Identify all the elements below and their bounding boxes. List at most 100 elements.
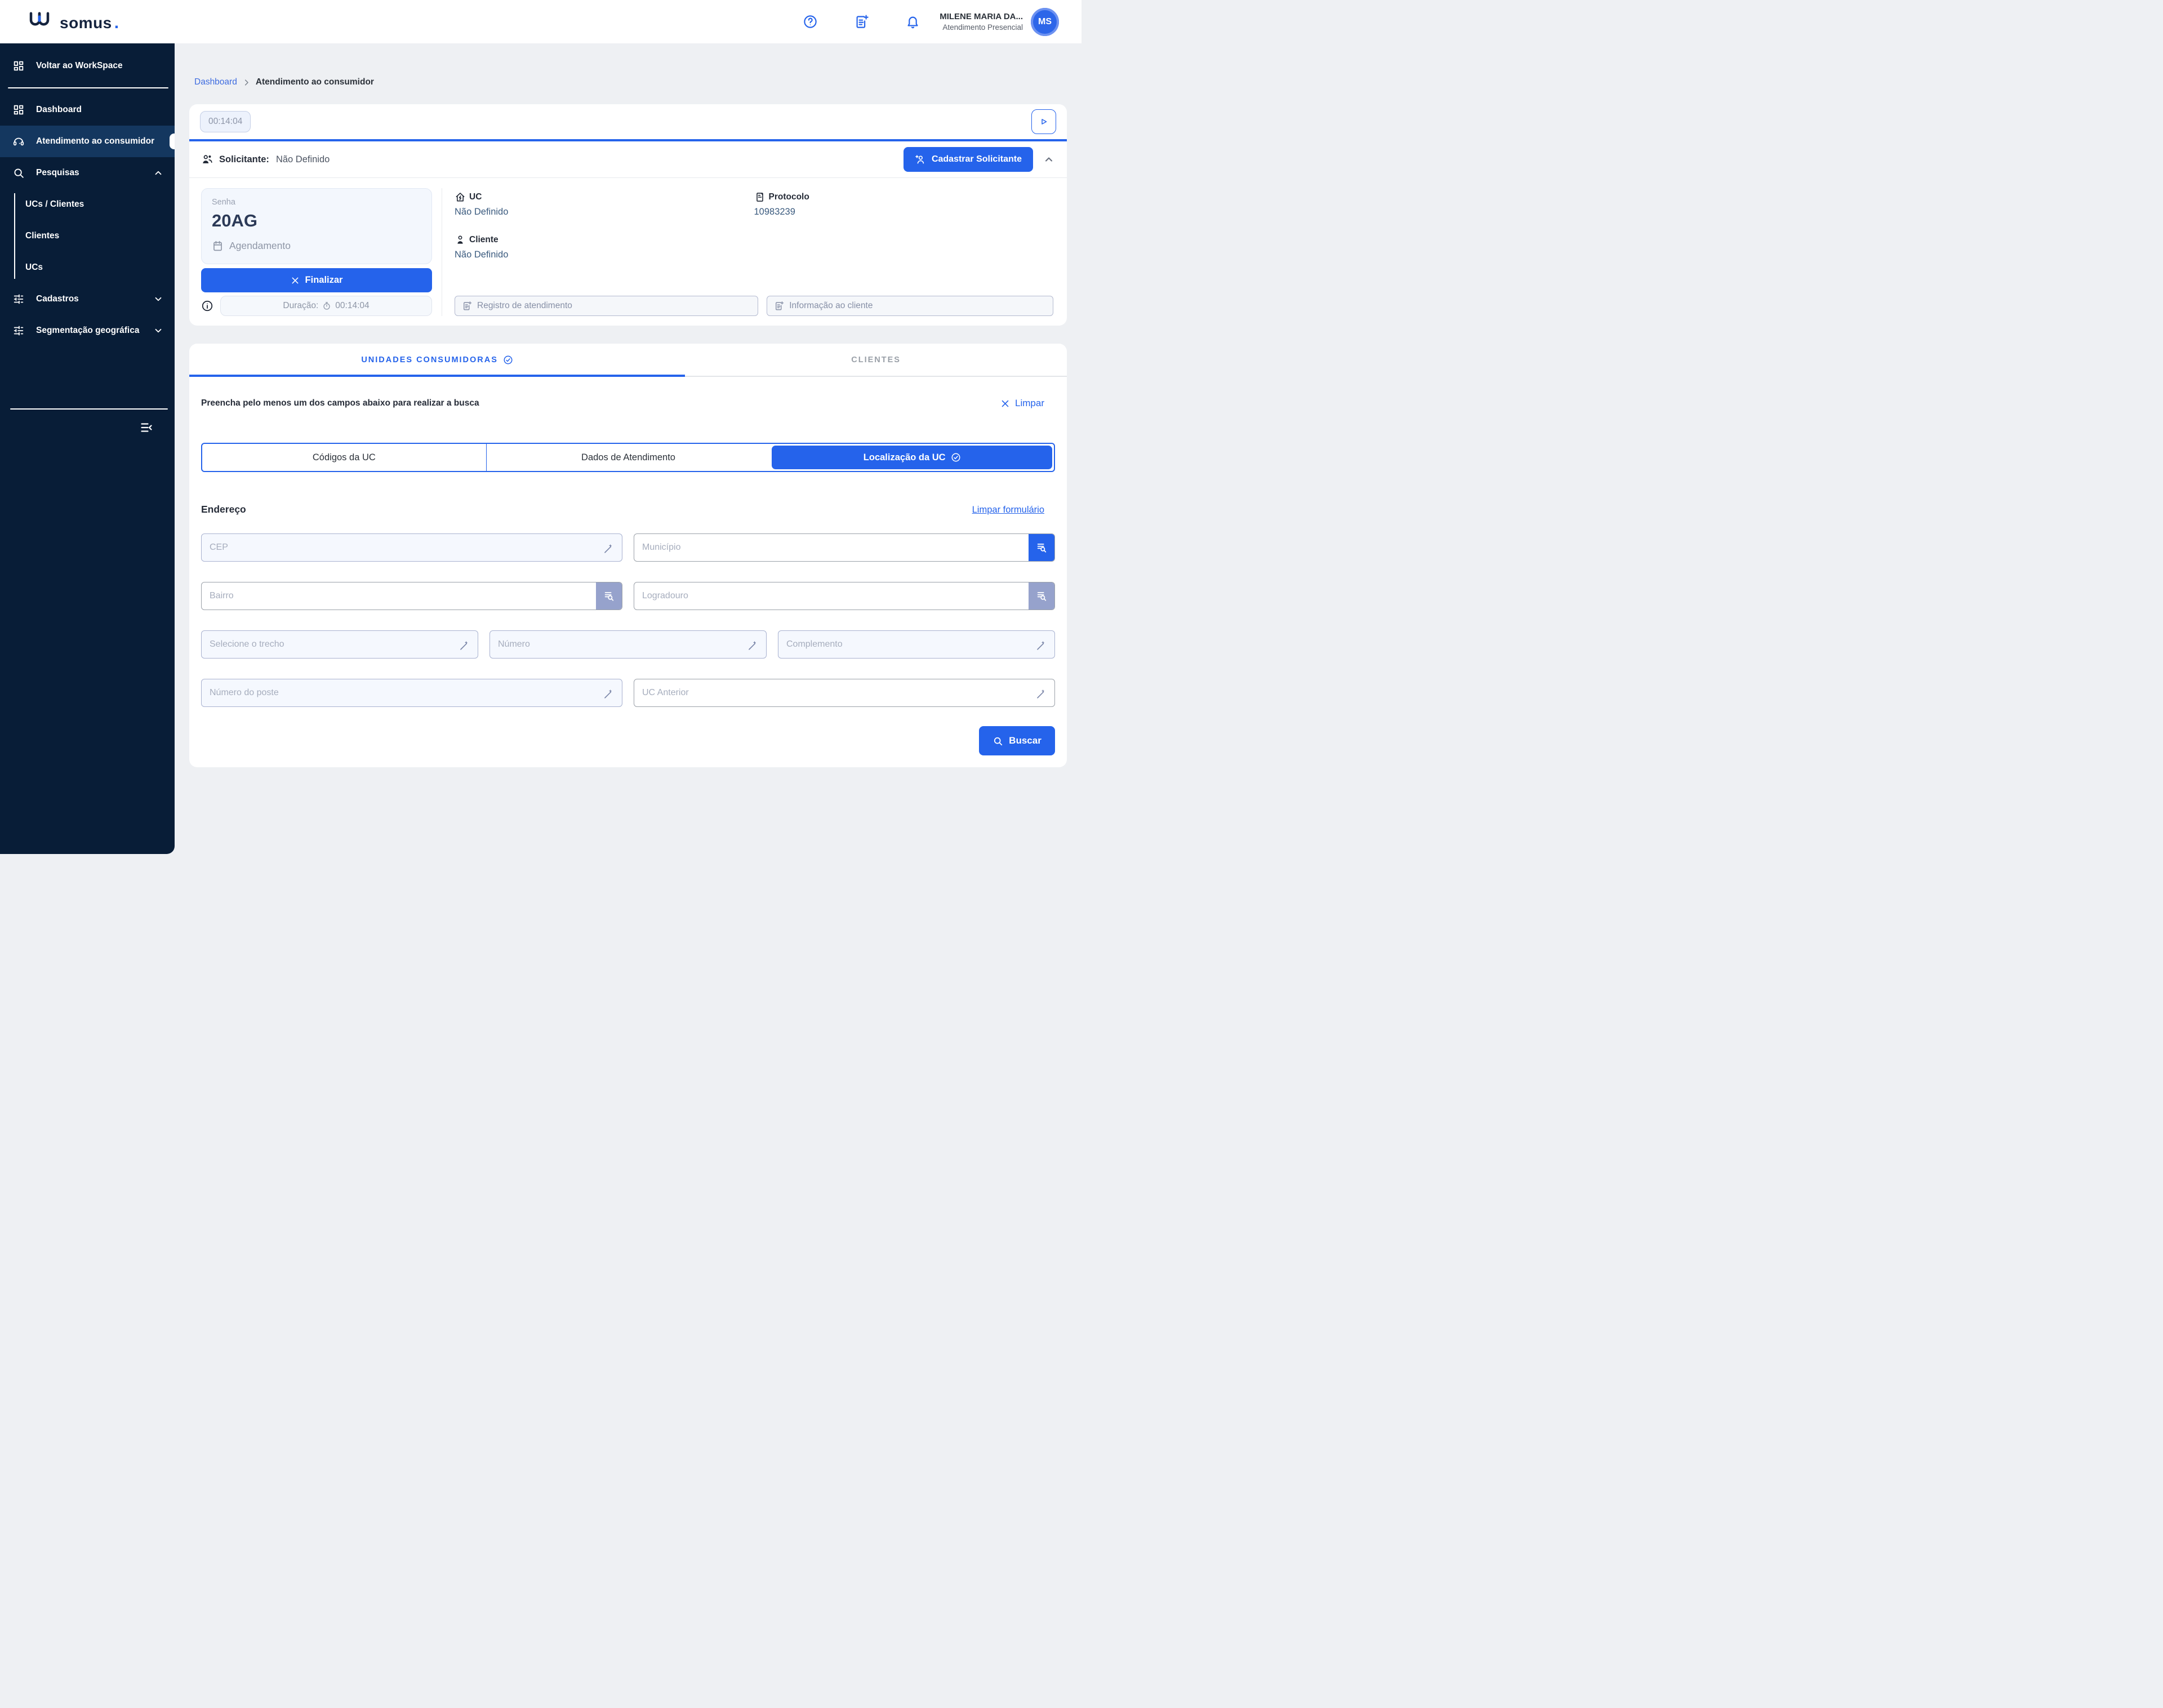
buscar-button[interactable]: Buscar — [979, 726, 1055, 755]
magic-wand-icon — [603, 687, 615, 699]
close-icon — [291, 276, 300, 285]
senha-value: 20AG — [212, 211, 421, 231]
duracao-label: Duração: — [283, 301, 318, 311]
segment-label: Localização da UC — [864, 452, 946, 463]
bairro-search-button[interactable] — [596, 582, 622, 610]
logradouro-field[interactable] — [634, 582, 1055, 610]
sidebar-item-ucs-clientes[interactable]: UCs / Clientes — [25, 189, 175, 220]
attendance-card: 00:14:04 — [189, 104, 1067, 326]
chevron-right-icon — [242, 78, 251, 87]
list-search-icon — [1035, 541, 1048, 554]
segment-localizacao-uc[interactable]: Localização da UC — [770, 444, 1054, 471]
protocolo-value[interactable]: 10983239 — [754, 207, 1054, 217]
solicitante-value: Não Definido — [276, 154, 330, 165]
trecho-field[interactable] — [201, 630, 478, 659]
uc-anterior-input[interactable] — [634, 688, 1035, 698]
municipio-input[interactable] — [634, 542, 1029, 553]
segment-dados-atendimento[interactable]: Dados de Atendimento — [486, 444, 771, 471]
municipio-search-button[interactable] — [1029, 534, 1054, 561]
protocolo-block: Protocolo 10983239 — [754, 192, 1054, 217]
magic-wand-icon — [603, 542, 615, 554]
sidebar-item-voltar-workspace[interactable]: Voltar ao WorkSpace — [0, 50, 175, 82]
bairro-input[interactable] — [202, 591, 596, 601]
user-info[interactable]: MILENE MARIA DA... Atendimento Presencia… — [940, 12, 1023, 32]
sidebar-item-segmentacao[interactable]: Segmentação geográfica — [0, 315, 175, 346]
collapse-panel-chevron-up-icon[interactable] — [1043, 154, 1054, 165]
numero-input[interactable] — [490, 639, 747, 650]
informacao-cliente-field[interactable]: Informação ao cliente — [767, 296, 1053, 316]
sidebar-item-atendimento[interactable]: Atendimento ao consumidor — [0, 126, 175, 157]
uc-label: UC — [469, 192, 482, 202]
segment-label: Códigos da UC — [313, 452, 376, 463]
uc-value[interactable]: Não Definido — [455, 207, 754, 217]
limpar-formulario-link[interactable]: Limpar formulário — [972, 505, 1044, 515]
list-search-icon — [1035, 590, 1048, 602]
person-add-icon — [915, 154, 926, 165]
segment-codigos-uc[interactable]: Códigos da UC — [202, 444, 486, 471]
cliente-value[interactable]: Não Definido — [455, 250, 754, 260]
tabs: UNIDADES CONSUMIDORAS CLIENTES — [189, 344, 1067, 377]
sidebar-divider — [8, 87, 168, 88]
trecho-input[interactable] — [202, 639, 459, 650]
municipio-field[interactable] — [634, 533, 1055, 562]
info-icon[interactable] — [201, 300, 213, 312]
top-header: somus. — [0, 0, 1082, 43]
play-button[interactable] — [1031, 109, 1056, 134]
uc-anterior-field[interactable] — [634, 679, 1055, 707]
collapse-sidebar-icon[interactable] — [140, 421, 153, 434]
form-row-3 — [201, 630, 1055, 659]
timer-chip: 00:14:04 — [200, 111, 251, 132]
complemento-input[interactable] — [778, 639, 1035, 650]
cadastrar-solicitante-button[interactable]: Cadastrar Solicitante — [904, 147, 1033, 172]
finalizar-label: Finalizar — [305, 275, 343, 286]
help-icon[interactable] — [803, 14, 818, 29]
search-icon — [12, 167, 25, 179]
endereco-title: Endereço — [201, 504, 246, 515]
numero-poste-field[interactable] — [201, 679, 622, 707]
registro-placeholder: Registro de atendimento — [477, 301, 572, 311]
attendance-body: Senha 20AG Agendamento — [189, 178, 1067, 326]
logradouro-search-button[interactable] — [1029, 582, 1054, 610]
sidebar-item-dashboard[interactable]: Dashboard — [0, 94, 175, 126]
house-bolt-icon — [455, 192, 466, 203]
sidebar-item-clientes[interactable]: Clientes — [25, 220, 175, 252]
cep-input[interactable] — [202, 542, 603, 553]
cliente-label: Cliente — [469, 235, 499, 245]
registro-atendimento-field[interactable]: Registro de atendimento — [455, 296, 758, 316]
tab-label: UNIDADES CONSUMIDORAS — [361, 355, 498, 364]
avatar[interactable]: MS — [1031, 8, 1059, 36]
complemento-field[interactable] — [778, 630, 1055, 659]
limpar-link[interactable]: Limpar — [1000, 398, 1044, 409]
cep-field[interactable] — [201, 533, 622, 562]
sidebar-item-pesquisas[interactable]: Pesquisas — [0, 157, 175, 189]
close-icon — [1000, 399, 1010, 408]
tab-unidades-consumidoras[interactable]: UNIDADES CONSUMIDORAS — [189, 344, 685, 376]
sidebar: Voltar ao WorkSpace Dashboard — [0, 43, 175, 854]
logradouro-input[interactable] — [634, 591, 1029, 601]
bairro-field[interactable] — [201, 582, 622, 610]
note-inputs-row: Registro de atendimento — [455, 296, 1053, 316]
note-add-icon[interactable] — [854, 14, 869, 29]
tab-clientes[interactable]: CLIENTES — [685, 344, 1067, 376]
list-search-icon — [603, 590, 615, 602]
sidebar-item-ucs[interactable]: UCs — [25, 252, 175, 283]
finalizar-button[interactable]: Finalizar — [201, 268, 432, 292]
bell-icon[interactable] — [905, 14, 920, 29]
user-name: MILENE MARIA DA... — [940, 12, 1023, 21]
somus-logo: somus. — [28, 11, 119, 33]
protocolo-label: Protocolo — [769, 192, 809, 202]
protocolo-label-row: Protocolo — [754, 192, 1054, 203]
endereco-form — [201, 533, 1055, 707]
somus-logo-mark — [28, 11, 54, 28]
logo-text: somus — [60, 14, 112, 32]
sidebar-item-label: Clientes — [25, 231, 59, 241]
numero-poste-input[interactable] — [202, 688, 603, 698]
limpar-label: Limpar — [1015, 398, 1044, 409]
senha-label: Senha — [212, 198, 421, 207]
numero-field[interactable] — [489, 630, 767, 659]
sidebar-item-cadastros[interactable]: Cadastros — [0, 283, 175, 315]
duration-pill: Duração: 00:14:04 — [220, 296, 432, 316]
search-icon — [993, 736, 1003, 746]
person-icon — [455, 234, 466, 246]
breadcrumb-dashboard-link[interactable]: Dashboard — [194, 77, 237, 87]
